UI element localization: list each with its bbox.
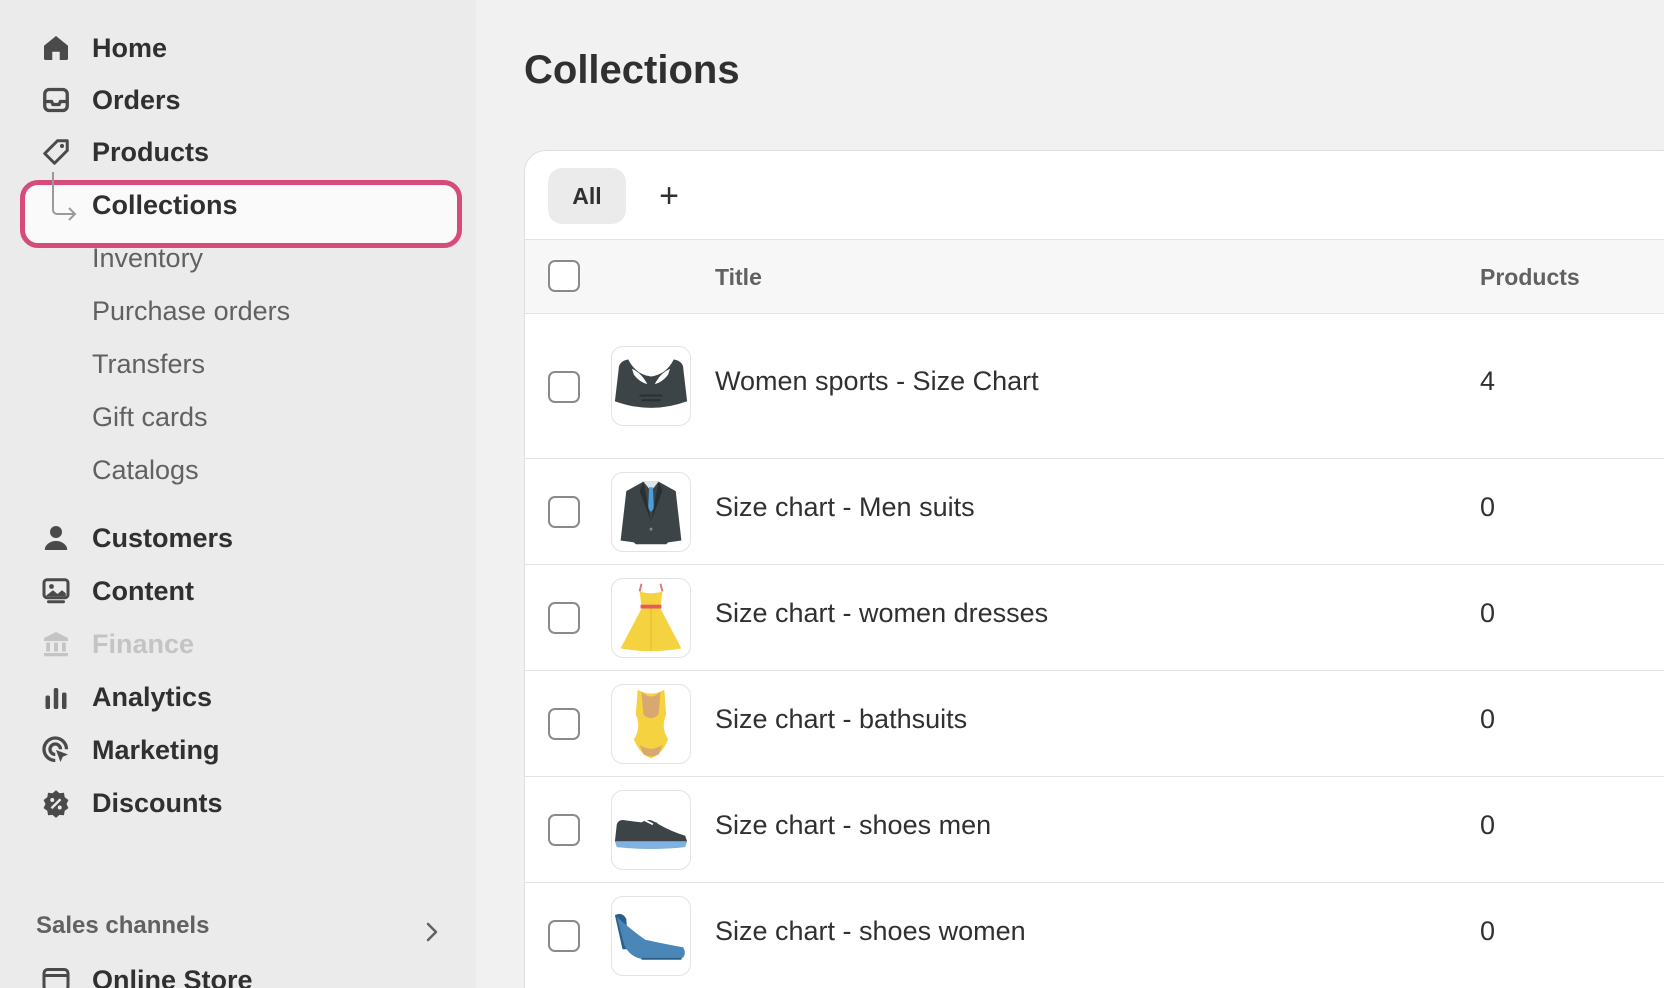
sidebar-item-finance: Finance [0,620,476,668]
store-icon [40,964,72,988]
suit-jacket-icon [611,472,691,552]
sidebar-item-label: Online Store [92,964,253,988]
table-row[interactable]: Size chart - bathsuits 0 [525,671,1664,777]
discount-icon [40,787,72,819]
home-icon [40,32,72,64]
dress-icon [611,578,691,658]
table-header: Title Products [525,239,1664,314]
product-count: 0 [1480,810,1496,840]
row-checkbox[interactable] [548,920,580,952]
sidebar-item-online-store[interactable]: Online Store [0,956,476,988]
sidebar-item-label: Purchase orders [92,295,291,326]
sidebar-item-purchase-orders[interactable]: Purchase orders [0,287,476,335]
table-row[interactable]: Size chart - shoes men 0 [525,777,1664,883]
column-header-title[interactable]: Title [715,264,762,291]
table-row[interactable]: Size chart - shoes women 0 [525,883,1664,988]
sidebar-item-label: Orders [92,84,181,115]
sidebar-item-transfers[interactable]: Transfers [0,340,476,388]
sidebar-item-catalogs[interactable]: Catalogs [0,446,476,494]
tag-icon [40,136,72,168]
sidebar-item-label: Finance [92,628,195,659]
sidebar-item-products[interactable]: Products [0,128,476,176]
row-checkbox[interactable] [548,708,580,740]
target-icon [40,734,72,766]
sneaker-icon [611,790,691,870]
table-row[interactable]: Size chart - Men suits 0 [525,459,1664,565]
row-checkbox[interactable] [548,496,580,528]
table-row[interactable]: Size chart - women dresses 0 [525,565,1664,671]
product-count: 0 [1480,492,1496,522]
collections-card: All + Title Products Women sports - Size… [524,150,1664,988]
bar-chart-icon [40,681,72,713]
bank-icon [40,628,72,660]
sidebar-item-label: Customers [92,522,234,553]
sidebar-item-collections[interactable]: Collections [0,181,476,229]
sports-bra-icon [611,346,691,426]
sidebar-item-inventory[interactable]: Inventory [0,234,476,282]
product-count: 4 [1480,366,1496,396]
image-icon [40,575,72,607]
high-heel-icon [611,896,691,976]
sidebar-item-label: Marketing [92,734,220,765]
sidebar-item-gift-cards[interactable]: Gift cards [0,393,476,441]
collection-title-link[interactable]: Size chart - shoes women [715,916,1026,947]
sidebar-item-discounts[interactable]: Discounts [0,779,476,827]
swimsuit-icon [611,684,691,764]
collection-title-link[interactable]: Size chart - shoes men [715,810,991,841]
table-row[interactable]: Women sports - Size Chart 4 [525,314,1664,459]
tab-all[interactable]: All [548,168,626,224]
sidebar-item-marketing[interactable]: Marketing [0,726,476,774]
sidebar-item-orders[interactable]: Orders [0,76,476,124]
page-title: Collections [524,48,740,92]
add-view-button[interactable]: + [649,173,689,219]
person-icon [40,522,72,554]
row-checkbox[interactable] [548,371,580,403]
sidebar-item-content[interactable]: Content [0,567,476,615]
collection-title-link[interactable]: Size chart - bathsuits [715,704,967,735]
sidebar-item-label: Collections [92,189,238,220]
sidebar-item-label: Content [92,575,194,606]
sidebar-item-analytics[interactable]: Analytics [0,673,476,721]
sidebar-item-label: Transfers [92,348,206,379]
sidebar-item-label: Home [92,32,168,63]
sidebar-item-customers[interactable]: Customers [0,514,476,562]
chevron-right-icon[interactable] [420,918,444,946]
sidebar-item-home[interactable]: Home [0,24,476,72]
select-all-checkbox[interactable] [548,260,580,292]
sidebar-item-label: Catalogs [92,454,199,485]
sidebar: Home Orders Products Collections Invento… [0,0,476,988]
collection-title-link[interactable]: Women sports - Size Chart [715,366,1039,397]
row-checkbox[interactable] [548,814,580,846]
sidebar-item-label: Gift cards [92,401,208,432]
product-count: 0 [1480,704,1496,734]
sidebar-item-label: Products [92,136,210,167]
sidebar-item-label: Analytics [92,681,213,712]
inbox-icon [40,84,72,116]
product-count: 0 [1480,598,1496,628]
collection-title-link[interactable]: Size chart - Men suits [715,492,975,523]
sidebar-item-label: Inventory [92,242,204,273]
collection-title-link[interactable]: Size chart - women dresses [715,598,1048,629]
tabs-bar: All + [525,151,1664,239]
product-count: 0 [1480,916,1496,946]
row-checkbox[interactable] [548,602,580,634]
sidebar-item-label: Discounts [92,787,223,818]
sales-channels-heading: Sales channels [36,912,210,939]
column-header-products[interactable]: Products [1480,264,1580,291]
